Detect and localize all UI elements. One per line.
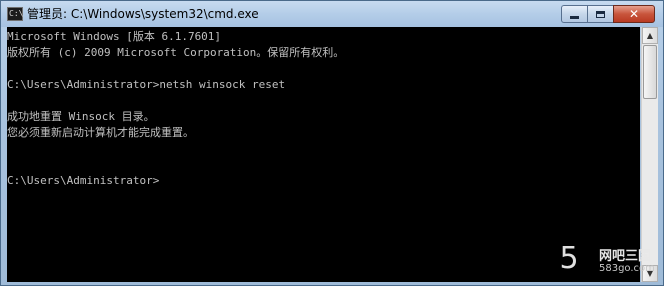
window-title: 管理员: C:\Windows\system32\cmd.exe (27, 7, 259, 21)
site-watermark: 5 网吧三国 583go.com (549, 239, 664, 283)
console-prompt: C:\Users\Administrator> (7, 174, 160, 187)
arrow-up-icon: ▲ (646, 31, 654, 40)
console-line: 版权所有 (c) 2009 Microsoft Corporation。保留所有… (7, 46, 345, 59)
watermark-badge-text: 5 (559, 241, 579, 276)
console-line: 您必须重新启动计算机才能完成重置。 (7, 126, 194, 139)
window-controls: ✕ (561, 5, 655, 23)
close-button[interactable]: ✕ (613, 5, 655, 23)
watermark-url: 583go.com (599, 263, 655, 274)
minimize-button[interactable] (561, 5, 587, 23)
title-bar[interactable]: C:\ 管理员: C:\Windows\system32\cmd.exe ✕ (1, 1, 663, 27)
cmd-window: C:\ 管理员: C:\Windows\system32\cmd.exe ✕ M… (0, 0, 664, 286)
console-line: C:\Users\Administrator>netsh winsock res… (7, 78, 286, 91)
maximize-icon (596, 10, 605, 18)
console-output[interactable]: Microsoft Windows [版本 6.1.7601] 版权所有 (c)… (7, 27, 640, 282)
console-line: 成功地重置 Winsock 目录。 (7, 110, 155, 123)
scroll-up-button[interactable]: ▲ (642, 27, 658, 44)
scroll-thumb[interactable] (643, 45, 657, 99)
maximize-button[interactable] (587, 5, 613, 23)
cmd-icon[interactable]: C:\ (7, 7, 23, 21)
watermark-logo: 5 (549, 241, 589, 277)
minimize-icon (570, 15, 579, 19)
close-icon: ✕ (628, 7, 640, 21)
watermark-name: 网吧三国 (599, 249, 652, 264)
console-line: Microsoft Windows [版本 6.1.7601] (7, 30, 222, 43)
